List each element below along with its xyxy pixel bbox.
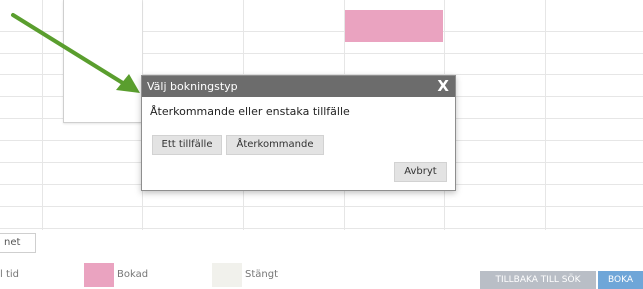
dialog-header: Välj bokningstyp X — [142, 76, 455, 97]
booked-slot[interactable] — [345, 10, 443, 42]
recurring-button[interactable]: Återkommande — [226, 135, 324, 155]
arrow-icon — [11, 13, 140, 93]
dialog-question: Återkommande eller enstaka tillfälle — [150, 105, 350, 118]
close-icon[interactable]: X — [437, 76, 449, 97]
cancel-button[interactable]: Avbryt — [394, 162, 447, 182]
filter-input[interactable]: net — [0, 233, 36, 253]
legend-booked-swatch — [84, 263, 114, 287]
legend-closed-swatch — [212, 263, 242, 287]
single-occasion-button[interactable]: Ett tillfälle — [152, 135, 222, 155]
legend-time-label: l tid — [0, 269, 20, 280]
grid-row-line — [0, 206, 643, 207]
booking-type-dialog: Välj bokningstyp X Återkommande eller en… — [141, 75, 456, 191]
back-to-search-button[interactable]: TILLBAKA TILL SÖK — [480, 271, 596, 289]
legend-booked-label: Bokad — [117, 269, 149, 280]
legend-closed-label: Stängt — [245, 269, 279, 280]
grid-row-line — [0, 228, 643, 229]
book-button[interactable]: BOKA — [598, 271, 643, 289]
dialog-title: Välj bokningstyp — [147, 80, 238, 93]
grid-column-line — [545, 0, 546, 230]
